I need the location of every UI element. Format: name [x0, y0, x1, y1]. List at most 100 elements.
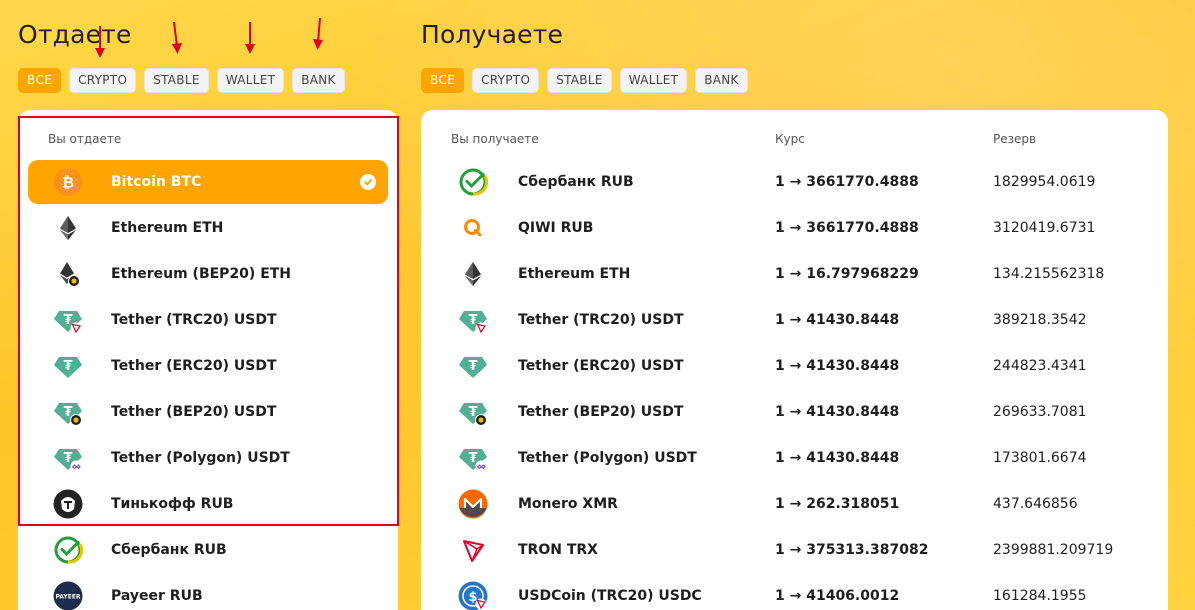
rate-value: 1 → 375313.387082 — [775, 542, 929, 558]
tether-trc20-icon: ₮ — [53, 305, 83, 335]
rate-value: 1 → 41430.8448 — [775, 312, 900, 328]
rate-value: 1 → 262.318051 — [775, 496, 900, 512]
sberbank-icon — [53, 535, 83, 565]
receive-item-label: Ethereum ETH — [518, 266, 631, 282]
monero-icon — [458, 489, 488, 519]
receive-item-label: Сбербанк RUB — [518, 174, 634, 190]
give-filter-bank[interactable]: BANK — [292, 68, 345, 93]
give-item-tether-polygon[interactable]: ₮ Tether (Polygon) USDT — [28, 436, 388, 480]
receive-title: Получаете — [421, 20, 564, 49]
give-item-label: Tether (Polygon) USDT — [111, 450, 290, 466]
reserve-value: 173801.6674 — [993, 450, 1087, 466]
reserve-value: 3120419.6731 — [993, 220, 1096, 236]
give-item-ethereum[interactable]: Ethereum ETH — [28, 206, 388, 250]
give-item-sberbank[interactable]: Сбербанк RUB — [28, 528, 388, 572]
reserve-value: 244823.4341 — [993, 358, 1087, 374]
receive-item-tether-trc20[interactable]: ₮ Tether (TRC20) USDT 1 → 41430.8448 389… — [421, 298, 1168, 342]
give-item-label: Сбербанк RUB — [111, 542, 227, 558]
rate-value: 1 → 41430.8448 — [775, 404, 900, 420]
receive-item-label: USDCoin (TRC20) USDC — [518, 588, 702, 604]
rate-value: 1 → 16.797968229 — [775, 266, 919, 282]
rate-value: 1 → 3661770.4888 — [775, 174, 919, 190]
give-filter-wallet[interactable]: WALLET — [216, 68, 285, 93]
give-item-ethereum-bep20[interactable]: Ethereum (BEP20) ETH — [28, 252, 388, 296]
give-item-label: Tether (TRC20) USDT — [111, 312, 277, 328]
give-item-tether-erc20[interactable]: ₮ Tether (ERC20) USDT — [28, 344, 388, 388]
ethereum-bep20-icon — [53, 259, 83, 289]
check-icon — [360, 174, 376, 190]
rate-value: 1 → 41430.8448 — [775, 450, 900, 466]
tether-bep20-icon: ₮ — [458, 397, 488, 427]
receive-item-tether-bep20[interactable]: ₮ Tether (BEP20) USDT 1 → 41430.8448 269… — [421, 390, 1168, 434]
give-item-label: Payeer RUB — [111, 588, 203, 604]
annotation-arrow-icon — [313, 17, 323, 50]
receive-item-usdc[interactable]: $ USDCoin (TRC20) USDC 1 → 41406.0012 16… — [421, 574, 1168, 610]
bitcoin-icon: ₿ — [53, 167, 83, 197]
give-panel: Вы отдаете ₿ Bitcoin BTC Ethereum ETH Et… — [18, 110, 398, 610]
tether-polygon-icon: ₮ — [53, 443, 83, 473]
receive-item-monero[interactable]: Monero XMR 1 → 262.318051 437.646856 — [421, 482, 1168, 526]
receive-item-tether-polygon[interactable]: ₮ Tether (Polygon) USDT 1 → 41430.8448 1… — [421, 436, 1168, 480]
receive-item-ethereum[interactable]: Ethereum ETH 1 → 16.797968229 134.215562… — [421, 252, 1168, 296]
receive-filter-stable[interactable]: STABLE — [547, 68, 612, 93]
give-item-tether-bep20[interactable]: ₮ Tether (BEP20) USDT — [28, 390, 388, 434]
receive-filter-bank[interactable]: BANK — [695, 68, 748, 93]
reserve-value: 161284.1955 — [993, 588, 1087, 604]
receive-item-label: Tether (Polygon) USDT — [518, 450, 697, 466]
annotation-arrow-icon — [172, 21, 182, 54]
rate-value: 1 → 41406.0012 — [775, 588, 900, 604]
receive-item-label: Tether (BEP20) USDT — [518, 404, 684, 420]
give-item-label: Ethereum ETH — [111, 220, 224, 236]
receive-filter-crypto[interactable]: CRYPTO — [472, 68, 540, 93]
ethereum-icon — [458, 259, 488, 289]
tether-trc20-icon: ₮ — [458, 305, 488, 335]
reserve-value: 134.215562318 — [993, 266, 1105, 282]
receive-filter-wallet[interactable]: WALLET — [619, 68, 688, 93]
reserve-value: 2399881.209719 — [993, 542, 1114, 558]
receive-item-sberbank[interactable]: Сбербанк RUB 1 → 3661770.4888 1829954.06… — [421, 160, 1168, 204]
receive-item-label: Monero XMR — [518, 496, 618, 512]
svg-text:PAYEER: PAYEER — [55, 594, 80, 601]
give-item-tether-trc20[interactable]: ₮ Tether (TRC20) USDT — [28, 298, 388, 342]
receive-item-label: Tether (TRC20) USDT — [518, 312, 684, 328]
give-item-payeer[interactable]: PAYEER Payeer RUB — [28, 574, 388, 610]
receive-item-qiwi[interactable]: QIWI RUB 1 → 3661770.4888 3120419.6731 — [421, 206, 1168, 250]
tether-erc20-icon: ₮ — [458, 351, 488, 381]
give-item-tinkoff[interactable]: Тинькофф RUB — [28, 482, 388, 526]
give-item-bitcoin[interactable]: ₿ Bitcoin BTC — [28, 160, 388, 204]
qiwi-icon — [458, 213, 488, 243]
usdc-icon: $ — [458, 581, 488, 610]
receive-header-name: Вы получаете — [451, 132, 539, 146]
rate-value: 1 → 41430.8448 — [775, 358, 900, 374]
give-filter-crypto[interactable]: CRYPTO — [69, 68, 137, 93]
give-filter-stable[interactable]: STABLE — [144, 68, 209, 93]
give-filters: ВСЕ CRYPTO STABLE WALLET BANK — [18, 68, 345, 93]
annotation-arrow-icon — [95, 26, 105, 58]
tether-bep20-icon: ₮ — [53, 397, 83, 427]
give-filter-all[interactable]: ВСЕ — [18, 68, 62, 93]
reserve-value: 437.646856 — [993, 496, 1078, 512]
receive-item-tether-erc20[interactable]: ₮ Tether (ERC20) USDT 1 → 41430.8448 244… — [421, 344, 1168, 388]
tinkoff-icon — [53, 489, 83, 519]
tron-icon — [458, 535, 488, 565]
receive-filter-all[interactable]: ВСЕ — [421, 68, 465, 93]
receive-item-label: TRON TRX — [518, 542, 598, 558]
ethereum-icon — [53, 213, 83, 243]
receive-item-tron[interactable]: TRON TRX 1 → 375313.387082 2399881.20971… — [421, 528, 1168, 572]
give-list: ₿ Bitcoin BTC Ethereum ETH Ethereum (BEP… — [18, 160, 398, 610]
receive-item-label: Tether (ERC20) USDT — [518, 358, 684, 374]
reserve-value: 389218.3542 — [993, 312, 1087, 328]
svg-text:₮: ₮ — [63, 359, 72, 374]
reserve-value: 269633.7081 — [993, 404, 1087, 420]
rate-value: 1 → 3661770.4888 — [775, 220, 919, 236]
receive-header-rate: Курс — [775, 132, 805, 146]
reserve-value: 1829954.0619 — [993, 174, 1096, 190]
svg-text:₮: ₮ — [468, 359, 477, 374]
receive-filters: ВСЕ CRYPTO STABLE WALLET BANK — [421, 68, 748, 93]
sberbank-icon — [458, 167, 488, 197]
give-column-header: Вы отдаете — [48, 132, 122, 146]
give-title: Отдаете — [18, 20, 132, 49]
receive-header-reserve: Резерв — [993, 132, 1037, 146]
svg-text:₿: ₿ — [62, 174, 74, 192]
give-item-label: Bitcoin BTC — [111, 174, 202, 190]
